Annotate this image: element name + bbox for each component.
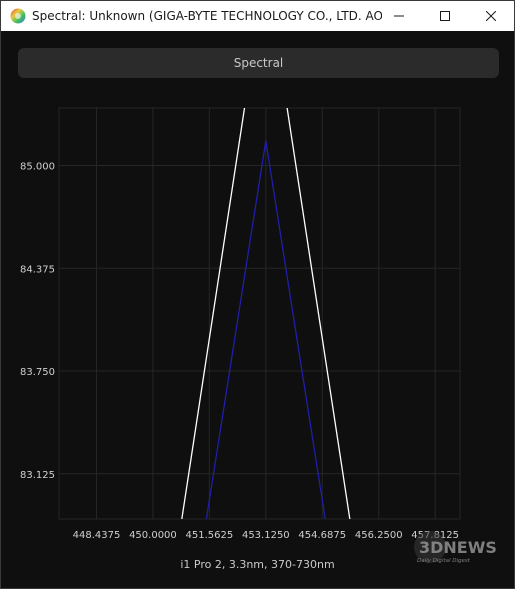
y-tick-label: 85.000	[20, 162, 55, 173]
x-tick-label: 451.5625	[186, 530, 234, 541]
x-tick-label: 448.4375	[73, 530, 121, 541]
x-tick-label: 450.0000	[129, 530, 177, 541]
x-tick-label: 454.6875	[298, 530, 346, 541]
spectral-window: Spectral: Unknown (GIGA-BYTE TECHNOLOGY …	[0, 0, 515, 589]
x-tick-label: 456.2500	[355, 530, 403, 541]
spectral-chart[interactable]: 85.000 84.375 83.750 83.125 448.4375 450.000…	[1, 1, 514, 561]
watermark-brand: 3DNEWS	[419, 538, 497, 557]
y-tick-label: 83.750	[20, 367, 55, 378]
y-tick-label: 83.125	[20, 470, 55, 481]
plot-frame	[58, 107, 461, 520]
x-tick-label: 453.1250	[242, 530, 290, 541]
watermark-logo: 3DNEWS Daily Digital Digest	[414, 531, 497, 564]
y-tick-label: 84.375	[20, 264, 55, 275]
watermark-tagline: Daily Digital Digest	[417, 558, 471, 564]
